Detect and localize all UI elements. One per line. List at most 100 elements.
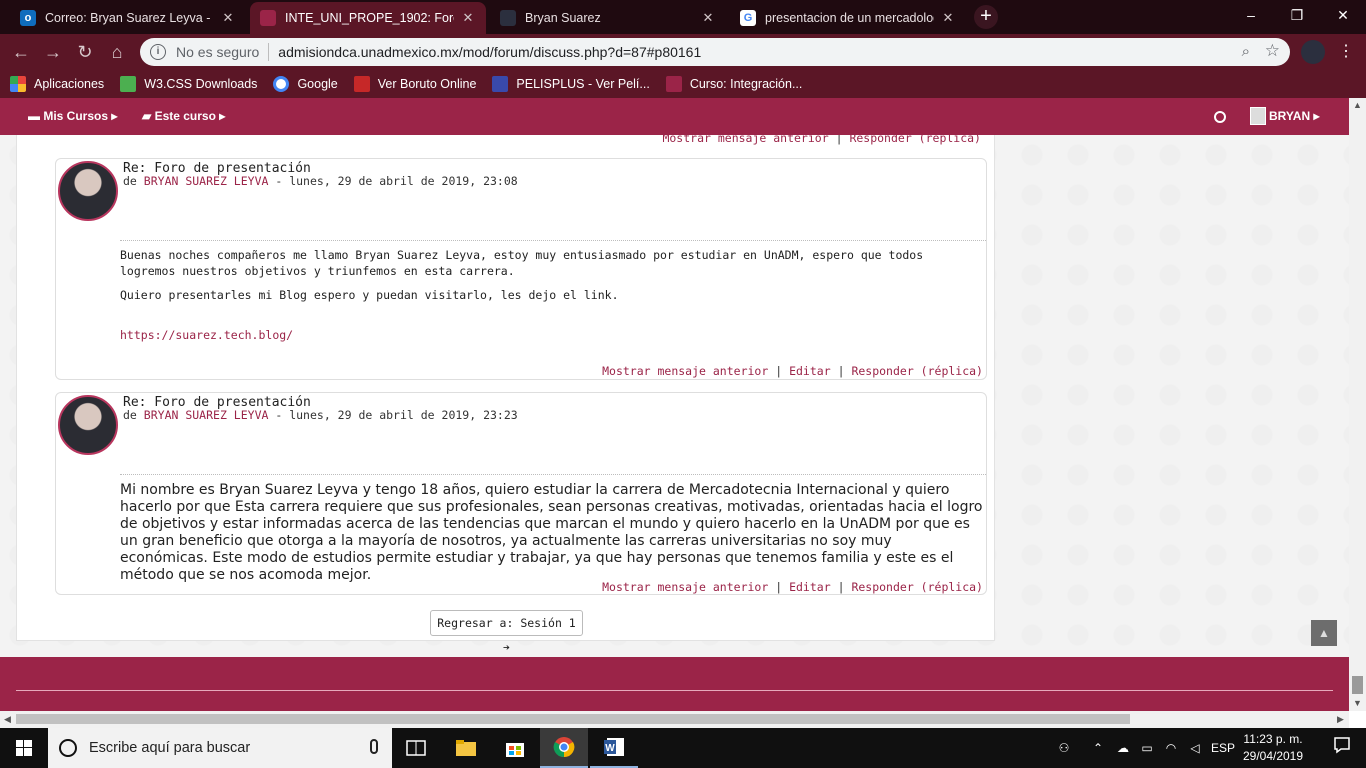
profile-avatar[interactable] (1301, 40, 1325, 64)
author-link[interactable]: BRYAN SUAREZ LEYVA (144, 174, 269, 188)
reply-link[interactable]: Responder (réplica) (851, 364, 983, 378)
action-center-icon[interactable] (1318, 736, 1366, 760)
chrome-icon[interactable] (540, 728, 588, 768)
bookmark-boruto[interactable]: Ver Boruto Online (353, 76, 476, 92)
back-arrow-icon[interactable]: ← (9, 40, 33, 64)
microphone-icon[interactable] (370, 739, 378, 754)
post-meta: de BRYAN SUAREZ LEYVA - lunes, 29 de abr… (123, 174, 518, 188)
user-avatar[interactable] (1250, 107, 1266, 125)
new-tab-button[interactable]: + (974, 5, 998, 29)
url-text[interactable]: admisiondca.unadmexico.mx/mod/forum/disc… (278, 44, 701, 60)
book-icon: ▰ (142, 109, 155, 123)
bookmark-google[interactable]: Google (273, 76, 338, 92)
scroll-left-icon[interactable]: ◀ (4, 714, 11, 725)
vertical-scrollbar[interactable]: ▲ ▼ (1349, 98, 1366, 711)
bookmark-pelisplus[interactable]: PELISPLUS - Ver Pelí... (492, 76, 650, 92)
scrollbar-thumb[interactable] (1352, 676, 1363, 694)
close-icon[interactable]: ✕ (220, 10, 236, 26)
word-icon[interactable]: W (590, 728, 638, 768)
start-button[interactable] (0, 728, 48, 768)
google-icon (273, 76, 290, 92)
close-icon[interactable]: ✕ (700, 10, 716, 26)
maximize-button[interactable]: ❐ (1274, 0, 1320, 30)
edit-link[interactable]: Editar (789, 364, 831, 378)
show-previous-link[interactable]: Mostrar mensaje anterior (602, 364, 768, 378)
scroll-top-button[interactable]: ▲ (1311, 620, 1337, 646)
nav-this-course[interactable]: ▰ Este curso ▸ (142, 109, 225, 123)
post-date: - lunes, 29 de abril de 2019, 23:08 (275, 174, 518, 188)
tab-label: Bryan Suarez (525, 11, 601, 25)
reload-icon[interactable]: ↻ (73, 40, 97, 64)
bookmark-label: W3.CSS Downloads (144, 77, 258, 91)
minimize-button[interactable]: – (1228, 0, 1274, 30)
scroll-down-icon[interactable]: ▼ (1353, 698, 1362, 708)
tab-outlook[interactable]: o Correo: Bryan Suarez Leyva - Out ✕ (10, 2, 246, 34)
language-indicator[interactable]: ESP (1208, 728, 1238, 768)
people-icon[interactable]: ⚇ (1052, 728, 1076, 768)
briefcase-icon: ▬ (28, 109, 44, 123)
close-icon[interactable]: ✕ (940, 10, 956, 26)
post-meta: de BRYAN SUAREZ LEYVA - lunes, 29 de abr… (123, 408, 518, 422)
taskbar-search[interactable]: Escribe aquí para buscar (48, 728, 392, 768)
reply-link[interactable]: Responder (réplica) (851, 580, 983, 594)
forum-discussion: Mostrar mensaje anterior | Responder (ré… (16, 135, 995, 654)
info-icon[interactable]: i (150, 44, 166, 60)
tab-label: INTE_UNI_PROPE_1902: Foro de p (285, 11, 454, 25)
task-view-icon[interactable] (392, 728, 440, 768)
show-previous-link[interactable]: Mostrar mensaje anterior (662, 135, 828, 145)
close-icon[interactable]: ✕ (460, 10, 476, 26)
battery-icon[interactable]: ▭ (1136, 728, 1158, 768)
post-commands: Mostrar mensaje anterior | Editar | Resp… (602, 364, 983, 378)
scroll-right-icon[interactable]: ▶ (1337, 714, 1344, 725)
page-footer (0, 657, 1349, 711)
windows-icon (16, 740, 32, 756)
security-label: No es seguro (176, 44, 260, 60)
post-body: Mi nombre es Bryan Suarez Leyva y tengo … (120, 482, 983, 592)
bookmark-w3css[interactable]: W3.CSS Downloads (120, 76, 257, 92)
edit-link[interactable]: Editar (789, 580, 831, 594)
onedrive-icon[interactable]: ☁ (1112, 728, 1134, 768)
pelisplus-icon (492, 76, 509, 92)
tab-google-search[interactable]: G presentacion de un mercadologo ✕ (730, 2, 966, 34)
volume-icon[interactable]: ◁ (1184, 728, 1206, 768)
windows-taskbar: Escribe aquí para buscar W ⚇ ⌃ ☁ ▭ ◠ ◁ E… (0, 728, 1366, 768)
tab-blog[interactable]: Bryan Suarez ✕ (490, 2, 726, 34)
taskbar-clock[interactable]: 11:23 p. m. 29/04/2019 (1240, 731, 1306, 765)
menu-kebab-icon[interactable]: ⋮ (1336, 40, 1356, 64)
scrollbar-thumb[interactable] (16, 714, 1130, 724)
nav-my-courses[interactable]: ▬ Mis Cursos ▸ (28, 109, 117, 123)
scroll-up-icon[interactable]: ▲ (1353, 100, 1362, 110)
user-menu[interactable]: BRYAN ▸ (1269, 109, 1319, 123)
store-icon[interactable] (491, 728, 539, 768)
clock-time: 11:23 p. m. (1243, 732, 1303, 746)
forward-arrow-icon[interactable]: → (41, 40, 65, 64)
bookmark-apps[interactable]: Aplicaciones (10, 76, 104, 92)
bookmarks-bar: Aplicaciones W3.CSS Downloads Google Ver… (0, 70, 1366, 98)
blog-icon (500, 10, 516, 26)
bookmark-curso[interactable]: Curso: Integración... (665, 76, 802, 92)
show-previous-link[interactable]: Mostrar mensaje anterior (602, 580, 768, 594)
star-icon[interactable]: ☆ (1265, 41, 1280, 61)
bookmark-label: Google (297, 77, 338, 91)
author-link[interactable]: BRYAN SUAREZ LEYVA (144, 408, 269, 422)
wifi-icon[interactable]: ◠ (1160, 728, 1182, 768)
blog-link[interactable]: https://suarez.tech.blog/ (120, 328, 293, 342)
back-to-session-button[interactable]: Regresar a: Sesión 1 ➔ (430, 610, 583, 654)
home-icon[interactable]: ⌂ (105, 40, 129, 64)
address-bar[interactable]: i No es seguro admisiondca.unadmexico.mx… (140, 38, 1290, 66)
tab-forum[interactable]: INTE_UNI_PROPE_1902: Foro de p ✕ (250, 2, 486, 34)
notification-icon[interactable] (1214, 111, 1226, 123)
avatar[interactable] (58, 395, 118, 455)
page-area: Mostrar mensaje anterior | Responder (ré… (0, 135, 1349, 657)
chevron-up-icon[interactable]: ⌃ (1088, 728, 1108, 768)
post-paragraph: Mi nombre es Bryan Suarez Leyva y tengo … (120, 482, 983, 583)
close-window-button[interactable]: ✕ (1320, 0, 1366, 30)
file-explorer-icon[interactable] (442, 728, 490, 768)
avatar[interactable] (58, 161, 118, 221)
horizontal-scrollbar[interactable]: ◀ ▶ (0, 711, 1349, 728)
prev-post-commands: Mostrar mensaje anterior | Responder (ré… (662, 135, 981, 145)
divider (268, 43, 270, 61)
zoom-icon[interactable]: ⌕ (1242, 43, 1250, 60)
post-body: Buenas noches compañeros me llamo Bryan … (120, 247, 948, 351)
reply-link[interactable]: Responder (réplica) (849, 135, 981, 145)
